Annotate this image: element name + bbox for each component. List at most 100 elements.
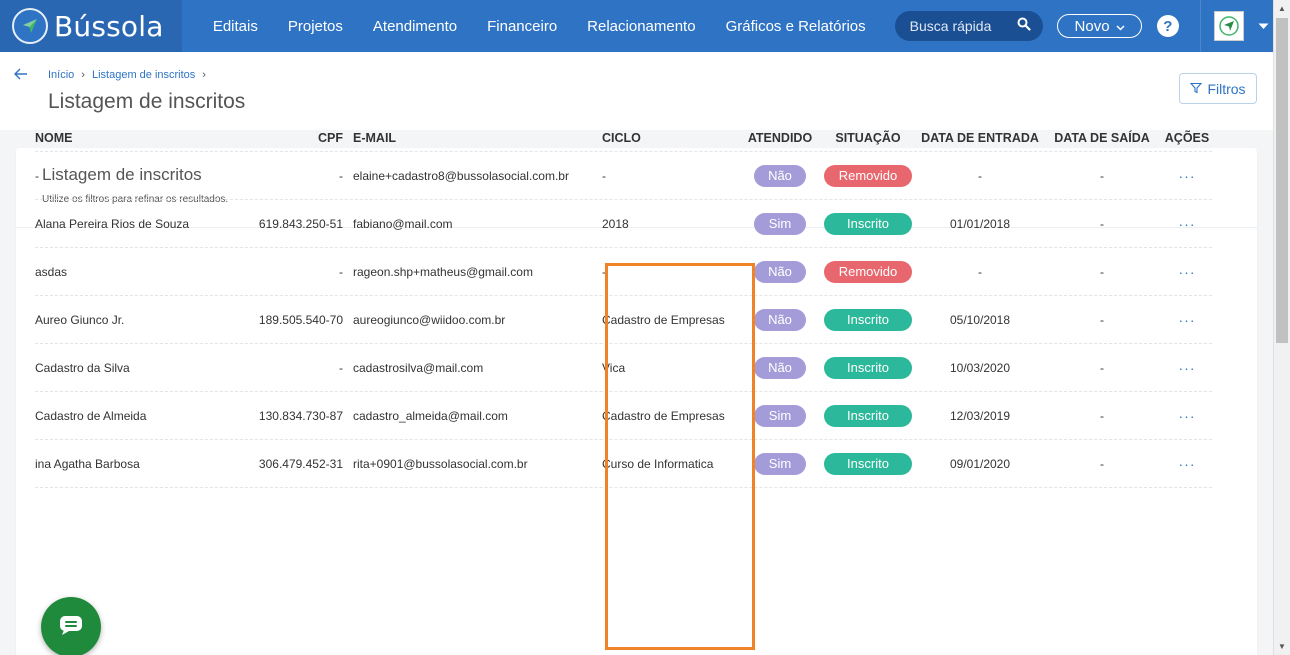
- more-actions-icon[interactable]: ···: [1179, 360, 1196, 376]
- cell-acoes: ···: [1162, 216, 1212, 232]
- more-actions-icon[interactable]: ···: [1179, 456, 1196, 472]
- vertical-scrollbar[interactable]: ▲ ▼: [1273, 0, 1290, 655]
- breadcrumb-home[interactable]: Início: [48, 69, 74, 81]
- cell-nome: Cadastro da Silva: [35, 360, 130, 375]
- search-icon[interactable]: [1017, 17, 1031, 36]
- cell-ciclo: -: [602, 168, 606, 183]
- cell-data-saida: -: [1100, 264, 1104, 279]
- cell-acoes: ···: [1162, 312, 1212, 328]
- col-header-data-entrada[interactable]: DATA DE ENTRADA: [918, 131, 1042, 145]
- scroll-up-icon[interactable]: ▲: [1278, 4, 1286, 13]
- cell-acoes: ···: [1162, 456, 1212, 472]
- cell-nome: -: [35, 168, 39, 183]
- col-header-ciclo[interactable]: CICLO: [602, 131, 742, 145]
- breadcrumb-current[interactable]: Listagem de inscritos: [92, 69, 195, 81]
- nav-item-editais[interactable]: Editais: [205, 18, 266, 35]
- chat-icon: [58, 614, 84, 641]
- atendido-badge: Não: [754, 260, 806, 283]
- quick-search: [894, 11, 1044, 41]
- cell-data-entrada: 05/10/2018: [949, 312, 1011, 327]
- cell-acoes: ···: [1162, 264, 1212, 280]
- inscritos-table: NOME CPF E-MAIL CICLO ATENDIDO SITUAÇÃO …: [35, 124, 1212, 488]
- cell-situacao: Inscrito: [818, 356, 918, 379]
- cell-acoes: ···: [1162, 168, 1212, 184]
- status-badge: Inscrito: [824, 308, 912, 331]
- nav-item-graficos[interactable]: Gráficos e Relatórios: [718, 18, 874, 35]
- cell-atendido: Sim: [742, 404, 818, 427]
- scroll-down-icon[interactable]: ▼: [1278, 642, 1286, 651]
- main-nav: Editais Projetos Atendimento Financeiro …: [198, 18, 881, 35]
- status-badge: Inscrito: [824, 452, 912, 475]
- table-row[interactable]: Aureo Giunco Jr. 189.505.540-70 aureogiunc…: [35, 296, 1212, 344]
- cell-atendido: Sim: [742, 452, 818, 475]
- cell-cpf: 619.843.250-51: [258, 216, 343, 231]
- nav-item-atendimento[interactable]: Atendimento: [365, 18, 465, 35]
- cell-atendido: Não: [742, 164, 818, 187]
- cell-nome: Alana Pereira Rios de Souza: [35, 216, 190, 231]
- nav-item-projetos[interactable]: Projetos: [280, 18, 351, 35]
- nav-item-relacionamento[interactable]: Relacionamento: [579, 18, 703, 35]
- col-header-atendido[interactable]: ATENDIDO: [742, 131, 818, 145]
- cell-data-entrada: -: [978, 168, 982, 183]
- col-header-situacao[interactable]: SITUAÇÃO: [818, 131, 918, 145]
- chevron-down-icon: [1258, 17, 1269, 35]
- col-header-email[interactable]: E-MAIL: [353, 131, 602, 145]
- atendido-badge: Não: [754, 308, 806, 331]
- cell-situacao: Inscrito: [818, 212, 918, 235]
- cell-acoes: ···: [1162, 408, 1212, 424]
- cell-nome: asdas: [35, 264, 68, 279]
- cell-ciclo: Vica: [602, 360, 626, 375]
- table-header: NOME CPF E-MAIL CICLO ATENDIDO SITUAÇÃO …: [35, 124, 1212, 152]
- logo[interactable]: Bússola: [0, 0, 182, 52]
- cell-data-saida: -: [1100, 360, 1104, 375]
- cell-email: rita+0901@bussolasocial.com.br: [353, 456, 528, 471]
- cell-data-entrada: 01/01/2018: [949, 216, 1011, 231]
- more-actions-icon[interactable]: ···: [1179, 168, 1196, 184]
- cell-data-saida: -: [1100, 216, 1104, 231]
- more-actions-icon[interactable]: ···: [1179, 312, 1196, 328]
- more-actions-icon[interactable]: ···: [1179, 408, 1196, 424]
- table-row[interactable]: asdas - rageon.shp+matheus@gmail.com - Não Re…: [35, 248, 1212, 296]
- cell-nome: ina Agatha Barbosa: [35, 456, 140, 471]
- col-header-nome[interactable]: NOME: [35, 131, 245, 145]
- cell-acoes: ···: [1162, 360, 1212, 376]
- cell-data-entrada: -: [978, 264, 982, 279]
- table-row[interactable]: ina Agatha Barbosa 306.479.452-31 rita+090…: [35, 440, 1212, 488]
- table-row[interactable]: Cadastro de Almeida 130.834.730-87 cadastr…: [35, 392, 1212, 440]
- avatar: [1213, 11, 1244, 41]
- col-header-data-saida[interactable]: DATA DE SAÍDA: [1042, 131, 1162, 145]
- cell-atendido: Sim: [742, 212, 818, 235]
- status-badge: Removido: [824, 164, 912, 187]
- novo-label: Novo: [1074, 17, 1110, 35]
- back-arrow-icon[interactable]: [14, 65, 28, 85]
- cell-situacao: Inscrito: [818, 308, 918, 331]
- cell-email: cadastrosilva@mail.com: [353, 360, 484, 375]
- user-menu[interactable]: [1199, 0, 1273, 52]
- col-header-acoes: AÇÕES: [1164, 130, 1210, 145]
- more-actions-icon[interactable]: ···: [1179, 216, 1196, 232]
- cell-situacao: Removido: [818, 260, 918, 283]
- cell-atendido: Não: [742, 260, 818, 283]
- novo-button[interactable]: Novo: [1057, 14, 1143, 38]
- col-header-cpf[interactable]: CPF: [245, 131, 353, 145]
- more-actions-icon[interactable]: ···: [1179, 264, 1196, 280]
- chat-button[interactable]: [41, 597, 101, 655]
- cell-ciclo: Cadastro de Empresas: [602, 312, 725, 327]
- nav-item-financeiro[interactable]: Financeiro: [479, 18, 565, 35]
- help-icon[interactable]: ?: [1157, 15, 1179, 37]
- cell-atendido: Não: [742, 356, 818, 379]
- table-row[interactable]: Alana Pereira Rios de Souza 619.843.250-5…: [35, 200, 1212, 248]
- cell-data-saida: -: [1100, 456, 1104, 471]
- cell-cpf: 130.834.730-87: [258, 408, 343, 423]
- cell-data-entrada: 09/01/2020: [949, 456, 1011, 471]
- search-input[interactable]: [909, 18, 1010, 34]
- filters-button[interactable]: Filtros: [1179, 73, 1257, 104]
- scrollbar-thumb[interactable]: [1276, 18, 1288, 343]
- table-row[interactable]: - - elaine+cadastro8@bussolasocial.com.br -…: [35, 152, 1212, 200]
- cell-situacao: Removido: [818, 164, 918, 187]
- cell-nome: Cadastro de Almeida: [35, 408, 147, 423]
- table-row[interactable]: Cadastro da Silva - cadastrosilva@mail.com…: [35, 344, 1212, 392]
- filters-label: Filtros: [1207, 80, 1246, 97]
- breadcrumb-separator: ›: [81, 69, 85, 81]
- cell-ciclo: Cadastro de Empresas: [602, 408, 725, 423]
